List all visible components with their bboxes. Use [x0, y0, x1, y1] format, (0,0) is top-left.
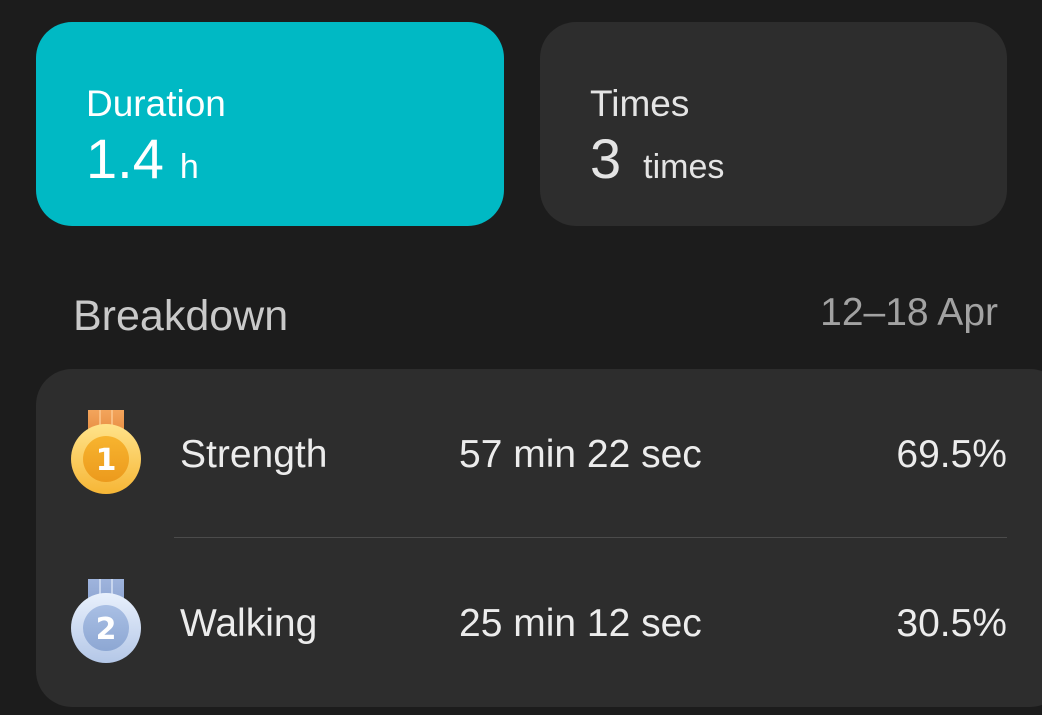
times-card[interactable]: Times 3 times	[540, 22, 1007, 226]
medal-rank-text: 1	[96, 443, 117, 478]
gold-medal-icon: 1	[71, 410, 141, 494]
duration-unit: h	[179, 148, 199, 186]
times-value-group: 3 times	[590, 126, 724, 192]
duration-card[interactable]: Duration 1.4 h	[36, 22, 504, 226]
times-label: Times	[590, 83, 690, 124]
times-value: 3	[590, 127, 622, 190]
breakdown-date-range: 12–18 Apr	[820, 291, 998, 334]
duration-label: Duration	[86, 83, 226, 124]
duration-value: 1.4	[86, 127, 164, 190]
medal-rank-text: 2	[96, 612, 117, 647]
activity-duration: 57 min 22 sec	[459, 433, 702, 476]
silver-medal-icon: 2	[71, 579, 141, 663]
activity-name: Strength	[180, 433, 328, 476]
activity-name: Walking	[180, 602, 318, 645]
list-item-strength[interactable]: 1 Strength 57 min 22 sec 69.5%	[36, 406, 1007, 506]
activity-percent: 69.5%	[896, 433, 1007, 476]
activity-percent: 30.5%	[896, 602, 1007, 645]
breakdown-list: 1 Strength 57 min 22 sec 69.5% 2 Walking…	[36, 369, 1042, 707]
breakdown-title: Breakdown	[73, 292, 289, 340]
times-unit: times	[643, 148, 725, 186]
exercise-summary-screen: Duration 1.4 h Times 3 times Breakdown 1…	[0, 0, 1042, 715]
activity-duration: 25 min 12 sec	[459, 602, 702, 645]
row-divider	[174, 537, 1007, 538]
duration-value-group: 1.4 h	[86, 126, 199, 192]
list-item-walking[interactable]: 2 Walking 25 min 12 sec 30.5%	[36, 575, 1007, 675]
